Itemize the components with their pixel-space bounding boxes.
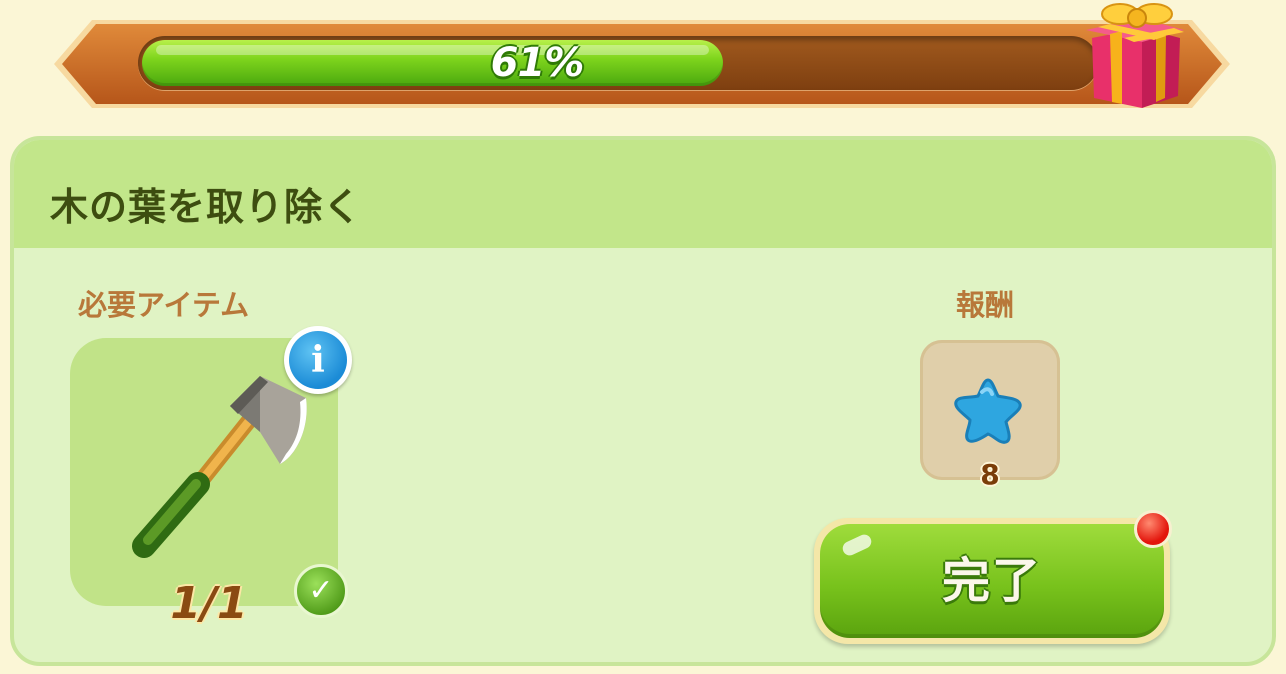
task-header: 木の葉を取り除く: [14, 140, 1272, 248]
gift-box-icon[interactable]: [1080, 0, 1190, 112]
required-item-count: 1/1: [170, 578, 248, 629]
task-title: 木の葉を取り除く: [50, 185, 363, 229]
axe-icon: [132, 376, 307, 558]
info-icon: i: [289, 331, 347, 389]
quest-screen: 61% 木の葉を取り除く 必要アイテム 報酬 i 1/1 ✓ 8 完了: [0, 0, 1286, 674]
progress-percent-label: 61%: [490, 40, 585, 86]
progress-frame: 61%: [52, 18, 1232, 110]
notification-dot: [1134, 510, 1172, 548]
reward-label: 報酬: [956, 288, 1015, 322]
info-button[interactable]: i: [284, 326, 352, 394]
checkmark-icon: ✓: [294, 564, 348, 618]
required-items-label: 必要アイテム: [78, 288, 250, 322]
blue-star-icon: [954, 378, 1022, 444]
complete-button-label: 完了: [941, 553, 1042, 609]
complete-button[interactable]: 完了: [814, 518, 1170, 644]
task-panel: 木の葉を取り除く 必要アイテム 報酬 i 1/1 ✓ 8 完了: [10, 136, 1276, 666]
reward-count: 8: [980, 458, 1000, 491]
